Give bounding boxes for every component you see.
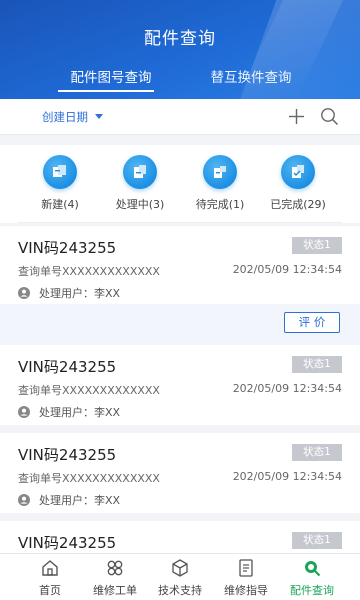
- user-icon: [18, 287, 30, 299]
- sort-by-date-dropdown[interactable]: 创建日期: [42, 109, 88, 125]
- tab-bar: 配件图号查询 替互换件查询: [0, 66, 360, 99]
- query-card[interactable]: VIN码243255 状态1 查询单号XXXXXXXXXXXXX 202/05/…: [0, 226, 360, 304]
- status-processing[interactable]: 处理中(3): [102, 155, 178, 212]
- completed-icon: [281, 155, 315, 189]
- handler-user: 处理用户：李XX: [18, 285, 121, 300]
- bottom-navigation: 首页 维修工单 技术支持 维修指导 配件查询: [0, 553, 360, 600]
- status-badge: 状态1: [292, 356, 342, 373]
- handler-user: 处理用户：李XX: [18, 404, 121, 419]
- divider: [18, 222, 342, 223]
- nav-repair-guide[interactable]: 维修指导: [210, 558, 282, 598]
- status-summary: 新建(4) 处理中(3) 待完成(1) 已完成(29): [0, 145, 360, 223]
- handler-user-label: 处理用户：李XX: [39, 406, 121, 419]
- tab-interchange-query[interactable]: 替互换件查询: [195, 66, 307, 86]
- user-icon: [18, 406, 30, 418]
- filter-bar: 创建日期: [0, 99, 360, 135]
- query-card[interactable]: VIN码243255 状态1: [0, 521, 360, 553]
- search-icon[interactable]: [320, 107, 339, 126]
- status-badge: 状态1: [292, 532, 342, 549]
- status-pending[interactable]: 待完成(1): [182, 155, 258, 212]
- handler-user-label: 处理用户：李XX: [39, 287, 121, 300]
- parts-search-icon: [305, 561, 321, 577]
- plus-icon[interactable]: [288, 108, 305, 125]
- nav-work-order[interactable]: 维修工单: [79, 558, 151, 598]
- query-number: 查询单号XXXXXXXXXXXXX: [18, 384, 160, 397]
- pending-icon: [203, 155, 237, 189]
- handler-user: 处理用户：李XX: [18, 492, 121, 507]
- nav-repair-guide-label: 维修指导: [224, 584, 268, 597]
- timestamp: 202/05/09 12:34:54: [232, 470, 342, 483]
- status-completed[interactable]: 已完成(29): [260, 155, 336, 212]
- vin-code: VIN码243255: [18, 358, 117, 376]
- status-new-label: 新建(4): [41, 198, 79, 211]
- vin-code: VIN码243255: [18, 446, 117, 464]
- chevron-down-icon[interactable]: [95, 114, 103, 119]
- nav-parts-query[interactable]: 配件查询: [276, 558, 348, 598]
- status-new[interactable]: 新建(4): [22, 155, 98, 212]
- nav-home-label: 首页: [39, 584, 61, 597]
- new-icon: [43, 155, 77, 189]
- work-order-icon: [107, 560, 123, 576]
- status-pending-label: 待完成(1): [195, 198, 245, 211]
- vin-code: VIN码243255: [18, 239, 117, 257]
- status-badge: 状态1: [292, 444, 342, 461]
- home-icon: [42, 560, 58, 576]
- status-processing-label: 处理中(3): [115, 198, 165, 211]
- query-number: 查询单号XXXXXXXXXXXXX: [18, 472, 160, 485]
- query-number: 查询单号XXXXXXXXXXXXX: [18, 265, 160, 278]
- status-completed-label: 已完成(29): [270, 198, 326, 211]
- nav-work-order-label: 维修工单: [93, 584, 137, 597]
- vin-code: VIN码243255: [18, 534, 117, 552]
- timestamp: 202/05/09 12:34:54: [232, 263, 342, 276]
- status-badge: 状态1: [292, 237, 342, 254]
- tab-part-number-query[interactable]: 配件图号查询: [55, 66, 167, 86]
- nav-tech-support-label: 技术支持: [158, 584, 202, 597]
- box-icon: [172, 559, 188, 577]
- evaluate-button[interactable]: 评 价: [284, 312, 340, 333]
- nav-parts-query-label: 配件查询: [290, 584, 334, 597]
- active-tab-indicator: [58, 90, 154, 92]
- query-card[interactable]: VIN码243255 状态1 查询单号XXXXXXXXXXXXX 202/05/…: [0, 433, 360, 513]
- nav-tech-support[interactable]: 技术支持: [144, 558, 216, 598]
- document-icon: [239, 559, 253, 577]
- query-card[interactable]: VIN码243255 状态1 查询单号XXXXXXXXXXXXX 202/05/…: [0, 345, 360, 425]
- page-title: 配件查询: [144, 29, 216, 49]
- user-icon: [18, 494, 30, 506]
- page-header: 配件查询 配件图号查询 替互换件查询: [0, 0, 360, 99]
- processing-icon: [123, 155, 157, 189]
- card-action-bar: 评 价: [0, 304, 360, 348]
- handler-user-label: 处理用户：李XX: [39, 494, 121, 507]
- timestamp: 202/05/09 12:34:54: [232, 382, 342, 395]
- nav-home[interactable]: 首页: [14, 558, 86, 598]
